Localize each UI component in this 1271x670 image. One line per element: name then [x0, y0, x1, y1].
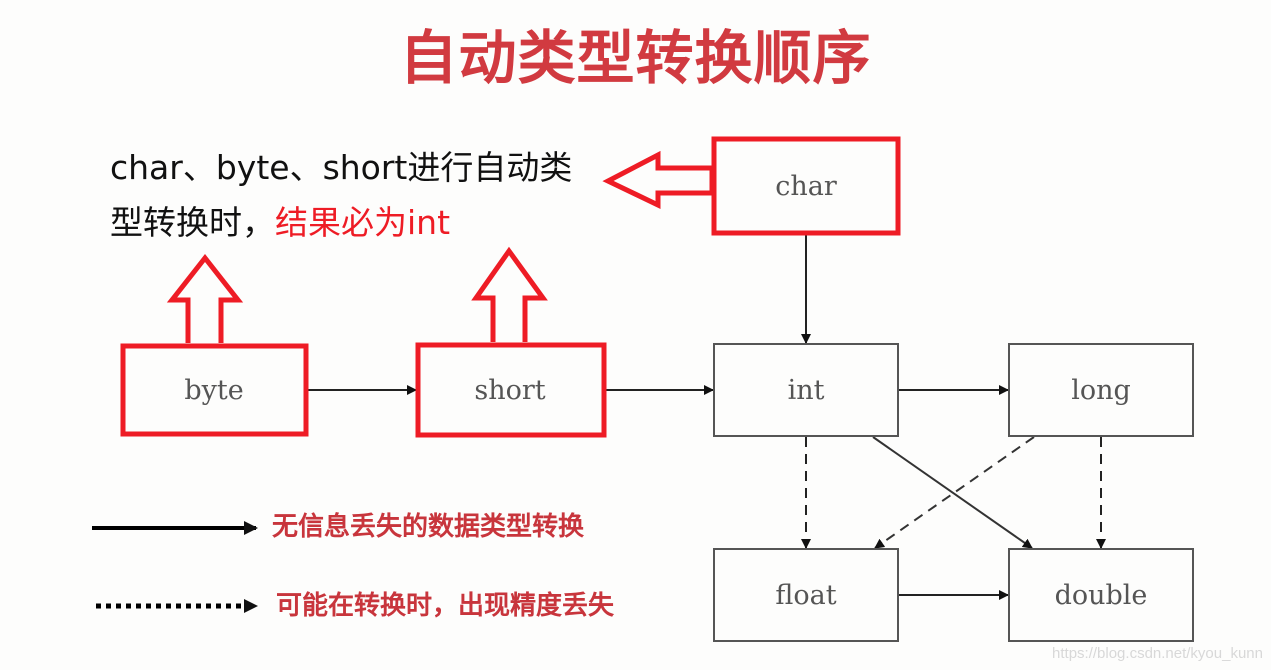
node-byte-label: byte — [184, 375, 243, 406]
callout-arrow-up-byte-icon — [166, 253, 244, 343]
callout-arrow-left-icon — [602, 150, 715, 209]
edge-long-float — [874, 436, 1035, 549]
node-long: long — [1008, 343, 1194, 437]
node-long-label: long — [1071, 375, 1131, 406]
node-byte: byte — [120, 343, 309, 437]
legend-dotted-label: 可能在转换时，出现精度丢失 — [276, 591, 615, 621]
edge-int-double — [872, 436, 1033, 549]
node-int: int — [713, 343, 899, 437]
node-short-label: short — [474, 375, 545, 406]
type-conversion-diagram: char byte short int long float double — [92, 136, 1194, 642]
node-int-label: int — [788, 375, 825, 406]
watermark: https://blog.csdn.net/kyou_kunn — [1052, 645, 1263, 662]
node-float: float — [713, 548, 899, 642]
node-char-label: char — [775, 171, 837, 202]
node-short: short — [415, 342, 607, 438]
legend-solid-label: 无信息丢失的数据类型转换 — [272, 512, 585, 542]
node-double: double — [1008, 548, 1194, 642]
node-float-label: float — [775, 580, 836, 611]
callout-arrow-up-short-icon — [471, 246, 548, 342]
node-char: char — [711, 136, 901, 236]
node-double-label: double — [1055, 580, 1148, 611]
